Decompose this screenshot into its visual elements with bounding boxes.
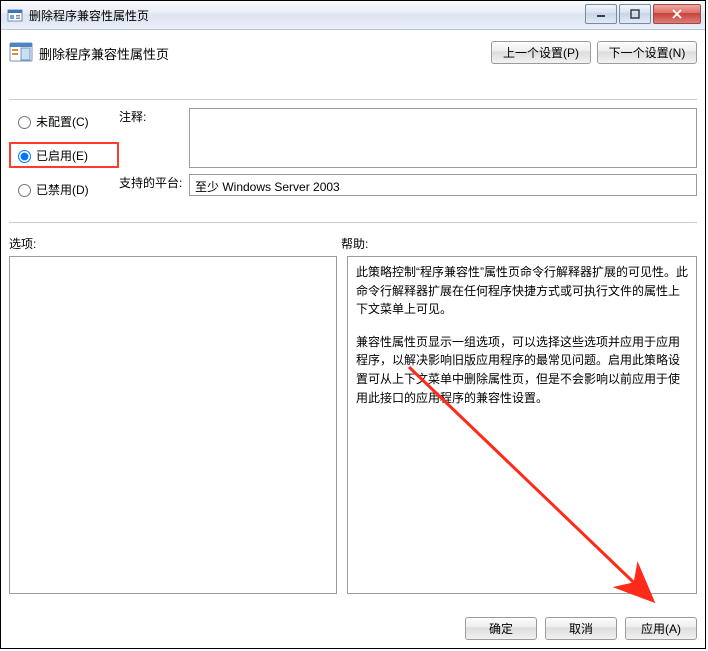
options-label: 选项: xyxy=(9,235,341,252)
radio-not-configured-input[interactable] xyxy=(18,116,31,129)
radio-not-configured-label: 未配置(C) xyxy=(36,113,89,130)
comment-input[interactable] xyxy=(189,108,697,168)
divider xyxy=(9,222,697,223)
policy-icon xyxy=(9,41,33,63)
dialog-window: 删除程序兼容性属性页 xyxy=(0,0,706,649)
radio-enabled-input[interactable] xyxy=(18,150,31,163)
cancel-button[interactable]: 取消 xyxy=(545,617,617,640)
radio-disabled-label: 已禁用(D) xyxy=(36,181,89,198)
help-pane[interactable]: 此策略控制“程序兼容性”属性页命令行解释器扩展的可见性。此命令行解释器扩展在任何… xyxy=(347,256,697,594)
radio-disabled-input[interactable] xyxy=(18,184,31,197)
options-pane[interactable] xyxy=(9,256,337,594)
ok-button[interactable]: 确定 xyxy=(465,617,537,640)
radio-enabled[interactable]: 已启用(E) xyxy=(9,142,119,168)
supported-label: 支持的平台: xyxy=(119,174,189,196)
radio-disabled[interactable]: 已禁用(D) xyxy=(9,176,119,202)
client-area: 删除程序兼容性属性页 上一个设置(P) 下一个设置(N) 未配置(C) 已启用(… xyxy=(9,37,697,640)
previous-setting-button[interactable]: 上一个设置(P) xyxy=(491,41,591,64)
minimize-button[interactable] xyxy=(585,4,617,24)
help-paragraph: 此策略控制“程序兼容性”属性页命令行解释器扩展的可见性。此命令行解释器扩展在任何… xyxy=(356,263,688,319)
help-paragraph: 兼容性属性页显示一组选项，可以选择这些选项并应用于应用程序，以解决影响旧版应用程… xyxy=(356,333,688,407)
apply-button[interactable]: 应用(A) xyxy=(625,617,697,640)
page-title: 删除程序兼容性属性页 xyxy=(39,41,169,63)
help-label: 帮助: xyxy=(341,235,368,252)
radio-not-configured[interactable]: 未配置(C) xyxy=(9,108,119,134)
close-button[interactable] xyxy=(653,4,701,24)
next-setting-button[interactable]: 下一个设置(N) xyxy=(597,41,697,64)
divider xyxy=(9,99,697,100)
title-bar: 删除程序兼容性属性页 xyxy=(1,1,705,30)
supported-value: 至少 Windows Server 2003 xyxy=(189,174,697,196)
app-icon xyxy=(7,7,23,23)
state-radio-group: 未配置(C) 已启用(E) 已禁用(D) xyxy=(9,108,119,210)
comment-label: 注释: xyxy=(119,108,189,168)
radio-enabled-label: 已启用(E) xyxy=(36,147,88,164)
maximize-button[interactable] xyxy=(619,4,651,24)
